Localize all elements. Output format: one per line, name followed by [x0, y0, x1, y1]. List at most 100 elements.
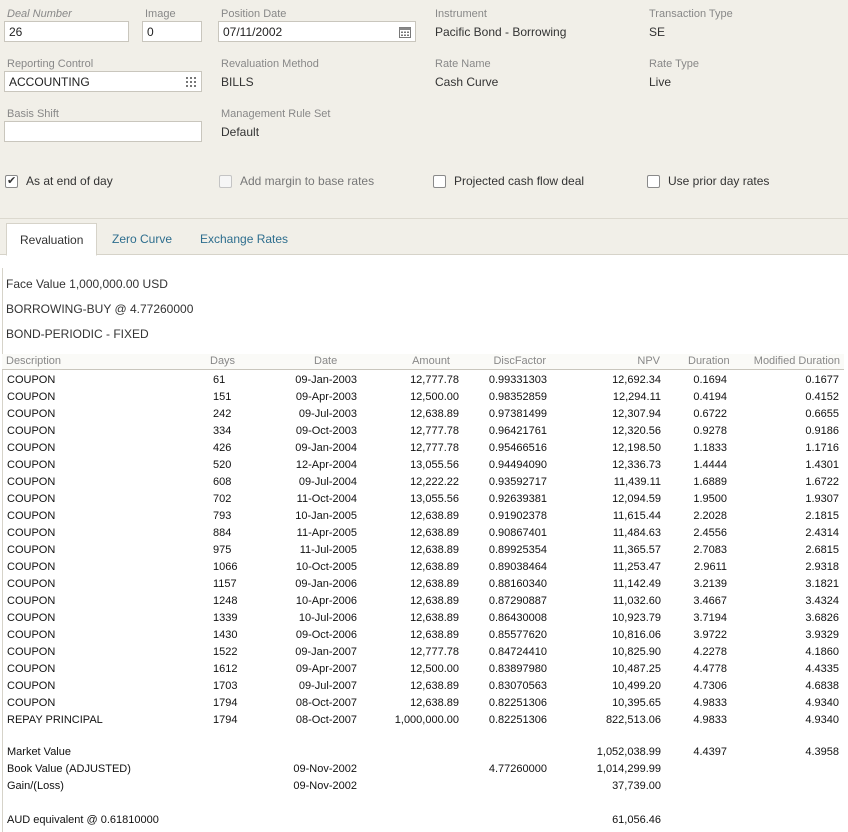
cell-amount: 12,638.89 — [410, 408, 459, 420]
instrument-label: Instrument — [435, 8, 487, 20]
cell-amount: 1,000,000.00 — [394, 714, 459, 726]
cell-date: 11-Apr-2005 — [296, 527, 357, 539]
checkbox-box[interactable]: ✔ — [5, 174, 18, 188]
cell-amount: 12,638.89 — [410, 561, 459, 573]
add-margin-checkbox[interactable]: Add margin to base rates — [219, 174, 374, 188]
position-date-value: 07/11/2002 — [223, 25, 283, 39]
cell-disc-factor: 0.91902378 — [488, 510, 547, 522]
tab-zero-curve[interactable]: Zero Curve — [99, 223, 185, 256]
cell-npv: 12,198.50 — [612, 442, 661, 454]
deal-number-label: Deal Number — [7, 8, 72, 20]
cell-disc-factor: 0.82251306 — [488, 697, 547, 709]
cell-modified-duration: 3.6826 — [805, 612, 839, 624]
cell-modified-duration: 4.9340 — [805, 714, 839, 726]
cell-duration: 3.4667 — [693, 595, 727, 607]
cell-disc-factor: 0.82251306 — [488, 714, 547, 726]
cell-npv: 10,487.25 — [612, 663, 661, 675]
cell-date: 10-Jul-2006 — [298, 612, 357, 624]
cell-description: COUPON — [7, 544, 56, 556]
deal-number-input[interactable] — [4, 21, 129, 42]
header-days: Days — [210, 355, 236, 367]
aud-equivalent-row: AUD equivalent @ 0.61810000 61,056.46 — [3, 812, 845, 829]
basis-shift-input[interactable] — [4, 121, 202, 142]
cell-description: AUD equivalent @ 0.61810000 — [7, 814, 159, 826]
cell-description: Book Value (ADJUSTED) — [7, 763, 131, 775]
cell-date: 08-Oct-2007 — [295, 697, 357, 709]
cell-npv: 12,307.94 — [612, 408, 661, 420]
revaluation-method-label: Revaluation Method — [221, 58, 319, 70]
cell-modified-duration: 4.1860 — [805, 646, 839, 658]
cell-amount: 13,055.56 — [410, 493, 459, 505]
cell-amount: 12,777.78 — [410, 425, 459, 437]
table-row: COUPON 975 11-Jul-2005 12,638.89 0.89925354 1… — [3, 542, 845, 559]
management-rule-set-value: Default — [221, 125, 260, 139]
tab-exchange-rates[interactable]: Exchange Rates — [187, 223, 301, 256]
cell-npv: 11,365.57 — [612, 544, 661, 556]
cell-days: 1248 — [213, 595, 238, 607]
cell-date: 09-Jan-2004 — [295, 442, 357, 454]
cell-amount: 12,638.89 — [410, 595, 459, 607]
cell-amount: 12,638.89 — [410, 612, 459, 624]
reporting-control-field[interactable]: ACCOUNTING — [4, 71, 202, 92]
table-row: COUPON 1248 10-Apr-2006 12,638.89 0.87290887… — [3, 593, 845, 610]
cell-description: COUPON — [7, 629, 56, 641]
cell-modified-duration: 1.6722 — [805, 476, 839, 488]
book-value-row: Book Value (ADJUSTED) 09-Nov-2002 4.772600… — [3, 761, 845, 778]
cell-modified-duration: 4.9340 — [805, 697, 839, 709]
cell-description: COUPON — [7, 646, 56, 658]
cell-days: 608 — [213, 476, 232, 488]
table-row: COUPON 702 11-Oct-2004 13,055.56 0.92639381 1… — [3, 491, 845, 508]
bond-type-text: BOND-PERIODIC - FIXED — [6, 327, 149, 341]
as-at-end-of-day-checkbox[interactable]: ✔ As at end of day — [5, 174, 113, 188]
cell-days: 151 — [213, 391, 232, 403]
cell-disc-factor: 0.84724410 — [488, 646, 547, 658]
cell-duration: 4.2278 — [693, 646, 727, 658]
cell-modified-duration: 4.3958 — [805, 746, 839, 758]
cell-duration: 0.9278 — [693, 425, 727, 437]
transaction-type-label: Transaction Type — [649, 8, 733, 20]
cell-days: 426 — [213, 442, 232, 454]
cell-modified-duration: 2.4314 — [805, 527, 839, 539]
cell-duration: 1.6889 — [693, 476, 727, 488]
use-prior-day-rates-label: Use prior day rates — [668, 174, 770, 188]
cell-description: COUPON — [7, 459, 56, 471]
projected-cash-flow-checkbox[interactable]: Projected cash flow deal — [433, 174, 584, 188]
cell-disc-factor: 0.94494090 — [488, 459, 547, 471]
cell-days: 702 — [213, 493, 232, 505]
cell-amount: 12,638.89 — [410, 544, 459, 556]
checkbox-box[interactable] — [433, 174, 446, 188]
checkbox-box[interactable] — [647, 174, 660, 188]
lookup-grid-icon[interactable] — [185, 76, 197, 88]
cell-days: 334 — [213, 425, 232, 437]
checkbox-box[interactable] — [219, 174, 232, 188]
cell-disc-factor: 0.90867401 — [488, 527, 547, 539]
cell-amount: 12,777.78 — [410, 374, 459, 386]
cell-description: COUPON — [7, 612, 56, 624]
cell-amount: 12,638.89 — [410, 680, 459, 692]
projected-cash-flow-label: Projected cash flow deal — [454, 174, 585, 188]
cell-description: COUPON — [7, 425, 56, 437]
cell-duration: 2.7083 — [693, 544, 727, 556]
cell-days: 1339 — [213, 612, 238, 624]
table-row: COUPON 1703 09-Jul-2007 12,638.89 0.83070563… — [3, 678, 845, 695]
as-at-end-of-day-label: As at end of day — [26, 174, 113, 188]
tab-revaluation[interactable]: Revaluation — [6, 223, 98, 256]
use-prior-day-rates-checkbox[interactable]: Use prior day rates — [647, 174, 769, 188]
position-date-field[interactable]: 07/11/2002 — [218, 21, 416, 42]
table-row: COUPON 61 09-Jan-2003 12,777.78 0.99331303 12… — [3, 372, 845, 389]
cell-date: 11-Oct-2004 — [296, 493, 357, 505]
table-row: COUPON 1066 10-Oct-2005 12,638.89 0.89038464… — [3, 559, 845, 576]
cell-npv: 1,052,038.99 — [596, 746, 661, 758]
cell-disc-factor: 0.93592717 — [488, 476, 547, 488]
cell-date: 09-Jul-2004 — [298, 476, 357, 488]
calendar-icon[interactable] — [399, 26, 411, 38]
cell-days: 1794 — [213, 697, 238, 709]
table-row: COUPON 1612 09-Apr-2007 12,500.00 0.83897980… — [3, 661, 845, 678]
header-disc-factor: DiscFactor — [493, 355, 546, 367]
cell-date: 10-Apr-2006 — [295, 595, 357, 607]
image-input[interactable] — [142, 21, 202, 42]
cell-description: Market Value — [7, 746, 71, 758]
cell-description: COUPON — [7, 527, 56, 539]
cell-days: 1703 — [213, 680, 238, 692]
cell-modified-duration: 4.4335 — [805, 663, 839, 675]
